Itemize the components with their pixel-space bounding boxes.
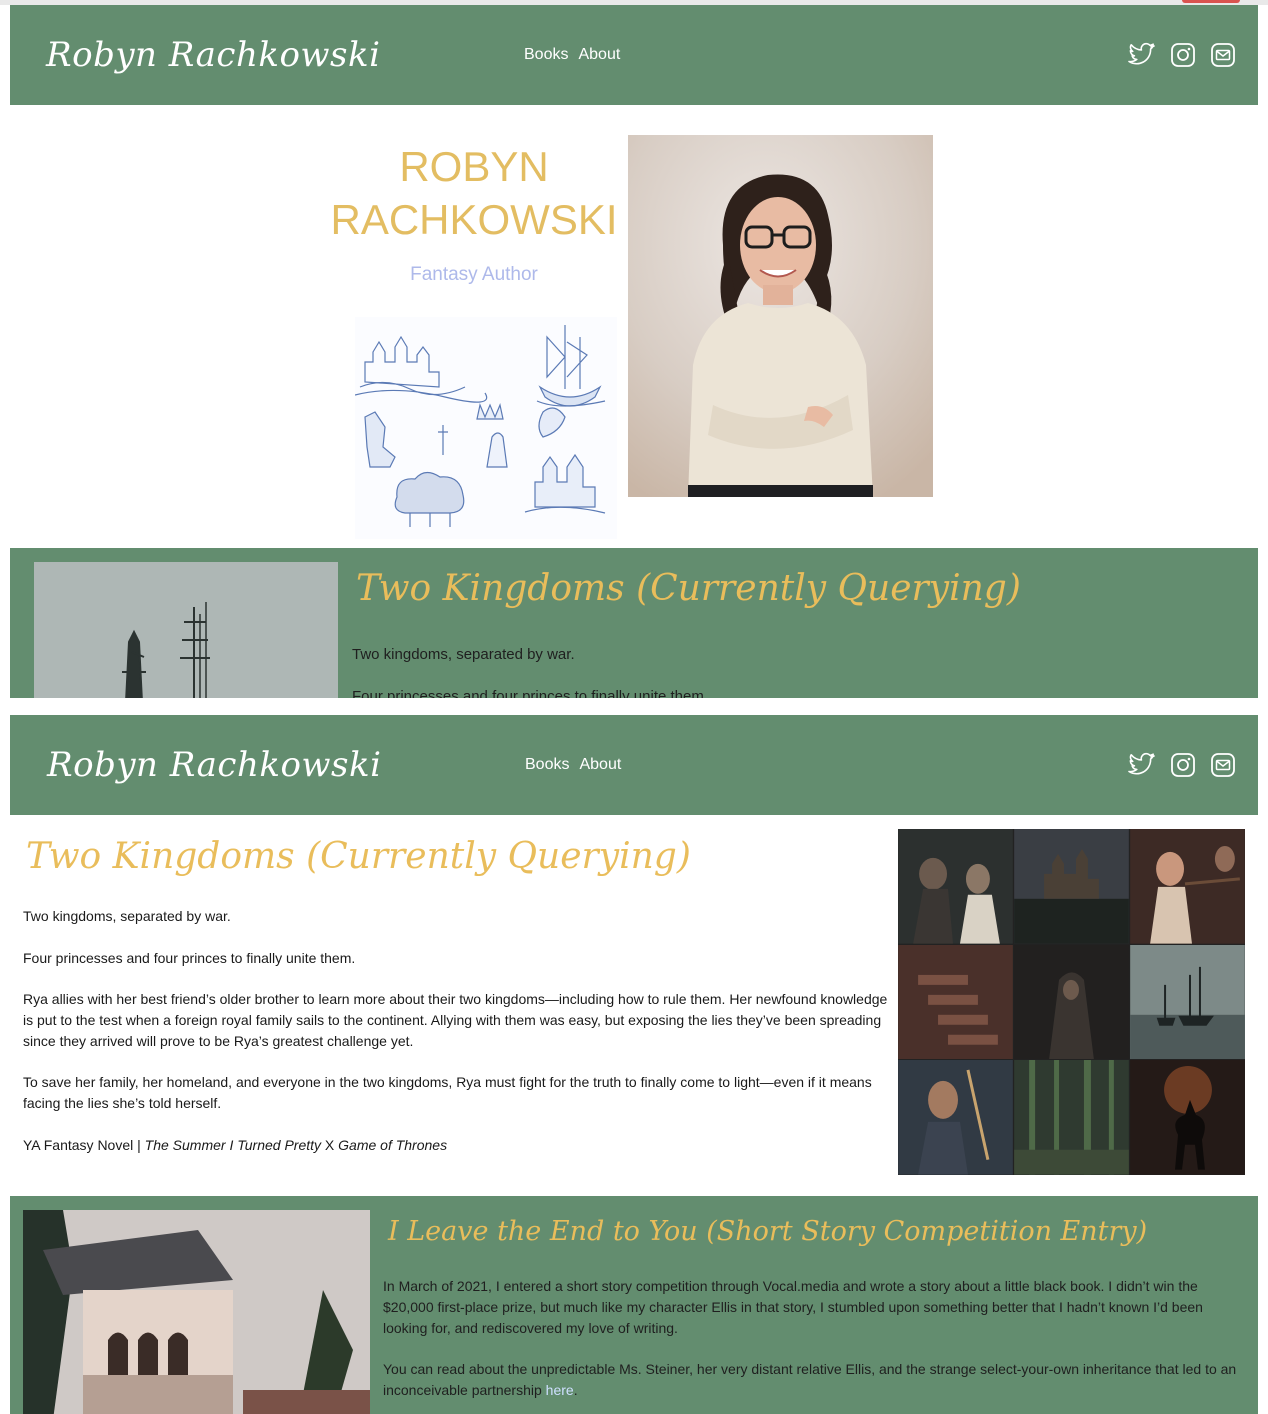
hero-name-line1: ROBYN — [399, 143, 549, 190]
book-preview-band: Two Kingdoms (Currently Querying) Two ki… — [10, 548, 1258, 698]
short-story-title: I Leave the End to You (Short Story Comp… — [388, 1216, 1148, 1247]
nav-links: Books About — [524, 46, 630, 64]
book-tagline: Two kingdoms, separated by war. — [352, 646, 575, 663]
mood-tile-forest — [1014, 1060, 1129, 1175]
book-tagline-2: Four princesses and four princes to fina… — [352, 688, 709, 698]
book-title: Two Kingdoms (Currently Querying) — [26, 836, 691, 877]
moodboard-grid — [898, 829, 1245, 1175]
mood-tile-stairs — [898, 944, 1013, 1060]
twitter-icon[interactable] — [1128, 42, 1156, 68]
book-section-short-story: I Leave the End to You (Short Story Comp… — [10, 1196, 1258, 1414]
nav-books-link[interactable]: Books — [525, 756, 569, 773]
short-story-paragraph-2-end: . — [573, 1382, 578, 1398]
instagram-icon[interactable] — [1170, 752, 1196, 778]
mail-icon[interactable] — [1210, 42, 1236, 68]
book-paragraph-1: Two kingdoms, separated by war. — [23, 908, 231, 924]
short-story-paragraph-2-text: You can read about the unpredictable Ms.… — [383, 1361, 1237, 1398]
mood-tile-cloaked-figure — [1014, 944, 1129, 1060]
screenshot-divider — [0, 698, 1268, 715]
genre-label: YA Fantasy Novel | — [23, 1137, 145, 1153]
social-icons — [1128, 752, 1236, 778]
mood-tile-swordsman — [898, 1060, 1013, 1175]
mood-tile-couple — [898, 829, 1013, 944]
mood-tile-ships — [1130, 944, 1245, 1060]
short-story-paragraph-2: You can read about the unpredictable Ms.… — [383, 1359, 1243, 1401]
comp-separator: X — [321, 1137, 339, 1153]
short-story-paragraph-1: In March of 2021, I entered a short stor… — [383, 1278, 1203, 1336]
comp-title-2: Game of Thrones — [338, 1137, 448, 1153]
site-logo[interactable]: Robyn Rachkowski — [47, 745, 381, 785]
hero-name-line2: RACHKOWSKI — [330, 196, 618, 243]
mood-tile-castle — [1014, 829, 1129, 944]
site-logo[interactable]: Robyn Rachkowski — [46, 35, 380, 75]
hero-name: ROBYN RACHKOWSKI — [326, 140, 622, 246]
book-paragraph-2: Four princesses and four princes to fina… — [23, 950, 356, 966]
book-paragraph-3: Rya allies with her best friend’s older … — [23, 991, 888, 1049]
mood-tile-archer — [1130, 829, 1245, 944]
site-header: Robyn Rachkowski Books About — [10, 715, 1258, 815]
author-portrait — [628, 135, 933, 497]
browser-tab-indicator — [1182, 0, 1240, 3]
mail-icon[interactable] — [1210, 752, 1236, 778]
ship-image — [34, 562, 338, 698]
story-link[interactable]: here — [546, 1382, 574, 1398]
fantasy-sketch-illustration — [355, 317, 617, 539]
nav-books-link[interactable]: Books — [524, 46, 568, 63]
instagram-icon[interactable] — [1170, 42, 1196, 68]
comp-title-1: The Summer I Turned Pretty — [144, 1137, 322, 1153]
site-header: Robyn Rachkowski Books About — [10, 5, 1258, 105]
nav-links: Books About — [525, 756, 631, 774]
book-title: Two Kingdoms (Currently Querying) — [356, 568, 1021, 609]
twitter-icon[interactable] — [1128, 752, 1156, 778]
book-genre-line: YA Fantasy Novel | The Summer I Turned P… — [23, 1135, 889, 1156]
book-paragraph-4: To save her family, her homeland, and ev… — [23, 1074, 872, 1111]
house-image — [23, 1210, 370, 1414]
nav-about-link[interactable]: About — [578, 46, 620, 63]
hero-subtitle: Fantasy Author — [410, 264, 538, 285]
mood-tile-horse-rider — [1130, 1060, 1245, 1175]
nav-about-link[interactable]: About — [579, 756, 621, 773]
social-icons — [1128, 42, 1236, 68]
